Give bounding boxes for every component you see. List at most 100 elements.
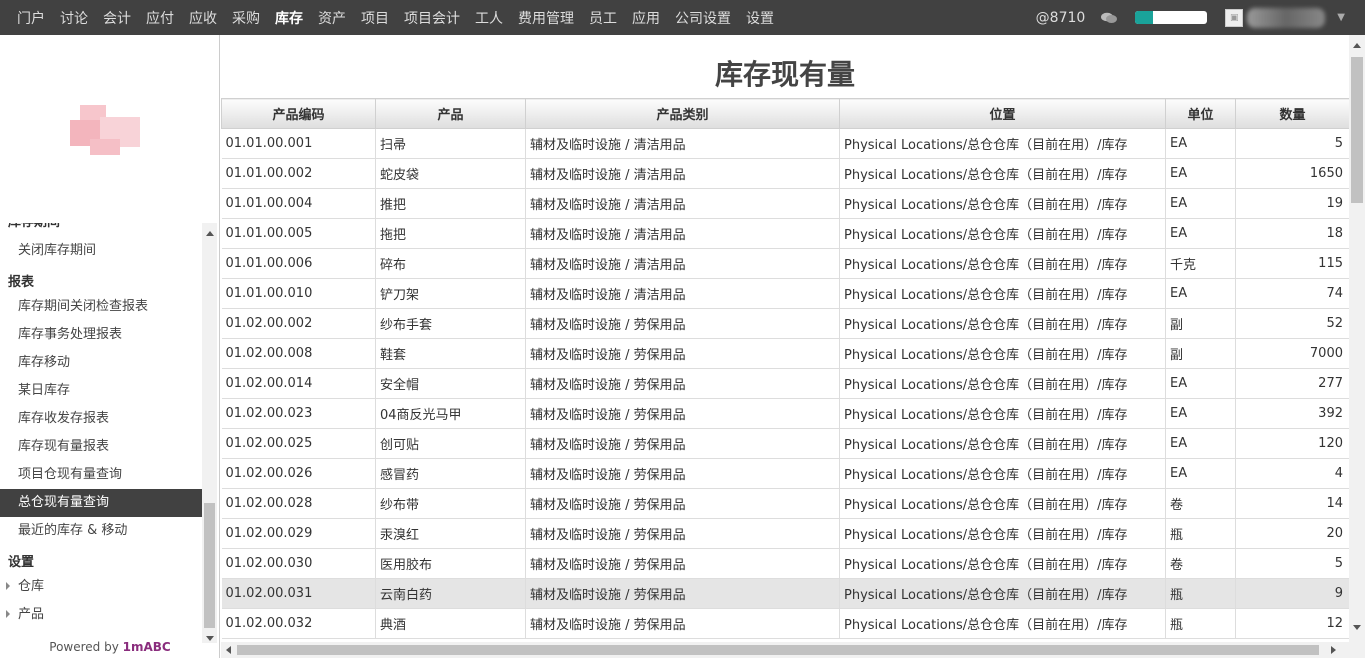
column-header-2[interactable]: 产品类别	[525, 98, 840, 129]
nav-item-13[interactable]: 应用	[632, 8, 660, 28]
table-row[interactable]: 01.01.00.002 蛇皮袋 辅材及临时设施 / 清洁用品 Physical Lo…	[221, 158, 1349, 189]
table-row[interactable]: 01.01.00.004 推把 辅材及临时设施 / 清洁用品 Physical Loc…	[221, 188, 1349, 219]
mentions-count[interactable]: @8710	[1036, 10, 1086, 26]
table-row[interactable]: 01.01.00.005 拖把 辅材及临时设施 / 清洁用品 Physical Loc…	[221, 218, 1349, 249]
column-header-3[interactable]: 位置	[839, 98, 1166, 129]
sidebar-item-10[interactable]: 最近的库存 & 移动	[0, 517, 202, 545]
table-cell: 鞋套	[375, 338, 526, 369]
sidebar-item-3[interactable]: 库存事务处理报表	[0, 321, 202, 349]
nav-item-1[interactable]: 讨论	[60, 8, 88, 28]
main-content: 库存现有量 产品编码 产品 产品类别 位置 单位 数量 01.01.00.001 扫帚 辅材及…	[221, 35, 1365, 658]
table-cell: 辅材及临时设施 / 劳保用品	[525, 398, 840, 429]
table-cell: 01.02.00.014	[221, 368, 376, 399]
sidebar-item-9[interactable]: 总仓现有量查询	[0, 489, 202, 517]
scroll-up-icon[interactable]	[206, 231, 214, 236]
nav-item-5[interactable]: 采购	[232, 8, 260, 28]
nav-item-14[interactable]: 公司设置	[675, 8, 731, 28]
table-row[interactable]: 01.01.00.010 铲刀架 辅材及临时设施 / 清洁用品 Physical Lo…	[221, 278, 1349, 309]
table-horizontal-scrollbar[interactable]	[221, 642, 1365, 658]
nav-item-3[interactable]: 应付	[146, 8, 174, 28]
top-nav-bar: 门户 讨论 会计 应付 应收 采购 库存 资产 项目 项目会计 工人 费用管理 员工 应用 公司设置 设置 @…	[0, 0, 1365, 35]
table-cell: 辅材及临时设施 / 劳保用品	[525, 518, 840, 549]
table-row[interactable]: 01.02.00.031 云南白药 辅材及临时设施 / 劳保用品 Physical L…	[221, 578, 1349, 609]
chevron-right-icon[interactable]	[6, 582, 10, 590]
table-cell: 汞溴红	[375, 518, 526, 549]
nav-item-8[interactable]: 项目	[361, 8, 389, 28]
column-header-5[interactable]: 数量	[1235, 98, 1349, 129]
table-cell: 01.01.00.010	[221, 278, 376, 309]
table-cell: 01.02.00.029	[221, 518, 376, 549]
powered-by-brand[interactable]: 1mABC	[123, 640, 171, 654]
table-row[interactable]: 01.01.00.006 碎布 辅材及临时设施 / 清洁用品 Physical Loc…	[221, 248, 1349, 279]
scroll-down-icon[interactable]	[1353, 625, 1361, 630]
table-row[interactable]: 01.02.00.032 典酒 辅材及临时设施 / 劳保用品 Physical Loc…	[221, 608, 1349, 639]
nav-item-10[interactable]: 工人	[475, 8, 503, 28]
nav-item-2[interactable]: 会计	[103, 8, 131, 28]
vertical-scroll-thumb[interactable]	[1351, 57, 1363, 203]
table-row[interactable]: 01.02.00.014 安全帽 辅材及临时设施 / 劳保用品 Physical Lo…	[221, 368, 1349, 399]
nav-item-4[interactable]: 应收	[189, 8, 217, 28]
horizontal-scroll-thumb[interactable]	[237, 645, 1319, 655]
column-header-4[interactable]: 单位	[1165, 98, 1236, 129]
table-row[interactable]: 01.02.00.026 感冒药 辅材及临时设施 / 劳保用品 Physical Lo…	[221, 458, 1349, 489]
table-row[interactable]: 01.02.00.023 04商反光马甲 辅材及临时设施 / 劳保用品 Physica…	[221, 398, 1349, 429]
table-row[interactable]: 01.02.00.030 医用胶布 辅材及临时设施 / 劳保用品 Physical L…	[221, 548, 1349, 579]
table-cell: 典酒	[375, 608, 526, 639]
nav-item-0[interactable]: 门户	[17, 8, 45, 28]
table-cell: Physical Locations/总仓仓库（目前在用）/库存	[839, 218, 1166, 249]
nav-item-7[interactable]: 资产	[318, 8, 346, 28]
table-row[interactable]: 01.02.00.029 汞溴红 辅材及临时设施 / 劳保用品 Physical Lo…	[221, 518, 1349, 549]
nav-item-9[interactable]: 项目会计	[404, 8, 460, 28]
sidebar-item-13[interactable]: 产品	[0, 601, 202, 629]
chevron-right-icon[interactable]	[6, 610, 10, 618]
scroll-left-icon[interactable]	[226, 646, 231, 654]
table-cell: 5	[1235, 548, 1349, 579]
nav-item-12[interactable]: 员工	[589, 8, 617, 28]
nav-item-15[interactable]: 设置	[746, 8, 774, 28]
nav-item-11[interactable]: 费用管理	[518, 8, 574, 28]
user-avatar[interactable]: ▣	[1225, 8, 1244, 27]
table-cell: 辅材及临时设施 / 劳保用品	[525, 578, 840, 609]
sidebar-item-8[interactable]: 项目仓现有量查询	[0, 461, 202, 489]
sidebar-item-label: 库存期间关闭检查报表	[18, 299, 149, 314]
table-cell: 20	[1235, 518, 1349, 549]
scroll-right-icon[interactable]	[1331, 646, 1336, 654]
table-cell: 01.01.00.005	[221, 218, 376, 249]
sidebar-item-7[interactable]: 库存现有量报表	[0, 433, 202, 461]
user-menu[interactable]	[1247, 7, 1326, 28]
main-menu: 门户 讨论 会计 应付 应收 采购 库存 资产 项目 项目会计 工人 费用管理 员工 应用 公司设置 设置	[17, 0, 789, 35]
sidebar-item-label: 某日库存	[18, 383, 71, 398]
sidebar-item-5[interactable]: 某日库存	[0, 377, 202, 405]
table-cell: 辅材及临时设施 / 清洁用品	[525, 188, 840, 219]
sidebar-header-label: 报表	[8, 275, 35, 290]
sidebar-scroll-thumb[interactable]	[204, 503, 215, 628]
table-vertical-scrollbar[interactable]	[1349, 35, 1365, 642]
table-row[interactable]: 01.02.00.002 纱布手套 辅材及临时设施 / 劳保用品 Physical L…	[221, 308, 1349, 339]
column-header-0[interactable]: 产品编码	[221, 98, 376, 129]
table-cell: Physical Locations/总仓仓库（目前在用）/库存	[839, 488, 1166, 519]
table-cell: Physical Locations/总仓仓库（目前在用）/库存	[839, 278, 1166, 309]
sidebar-item-2[interactable]: 库存期间关闭检查报表	[0, 293, 202, 321]
sidebar-item-4[interactable]: 库存移动	[0, 349, 202, 377]
nav-item-6[interactable]: 库存	[275, 8, 303, 28]
table-cell: 辅材及临时设施 / 清洁用品	[525, 218, 840, 249]
table-cell: 铲刀架	[375, 278, 526, 309]
column-header-1[interactable]: 产品	[375, 98, 526, 129]
table-header-row: 产品编码 产品 产品类别 位置 单位 数量	[221, 98, 1349, 129]
powered-by-prefix: Powered by	[49, 640, 123, 654]
chat-icon[interactable]	[1101, 12, 1118, 24]
table-row[interactable]: 01.01.00.001 扫帚 辅材及临时设施 / 清洁用品 Physical Loc…	[221, 128, 1349, 159]
top-nav-right: @8710 ▣ ▼	[1036, 0, 1365, 35]
scroll-up-icon[interactable]	[1353, 43, 1361, 48]
table-cell: EA	[1165, 128, 1236, 159]
table-row[interactable]: 01.02.00.028 纱布带 辅材及临时设施 / 劳保用品 Physical Lo…	[221, 488, 1349, 519]
table-cell: 碎布	[375, 248, 526, 279]
table-row[interactable]: 01.02.00.025 创可贴 辅材及临时设施 / 劳保用品 Physical Lo…	[221, 428, 1349, 459]
sidebar-item-12[interactable]: 仓库	[0, 573, 202, 601]
sidebar-scrollbar[interactable]	[202, 223, 217, 643]
chevron-down-icon[interactable]: ▼	[1337, 12, 1345, 23]
sidebar-item-6[interactable]: 库存收发存报表	[0, 405, 202, 433]
sidebar-item-0[interactable]: 关闭库存期间	[0, 237, 202, 265]
table-row[interactable]: 01.02.00.008 鞋套 辅材及临时设施 / 劳保用品 Physical Loc…	[221, 338, 1349, 369]
table-cell: 瓶	[1165, 518, 1236, 549]
